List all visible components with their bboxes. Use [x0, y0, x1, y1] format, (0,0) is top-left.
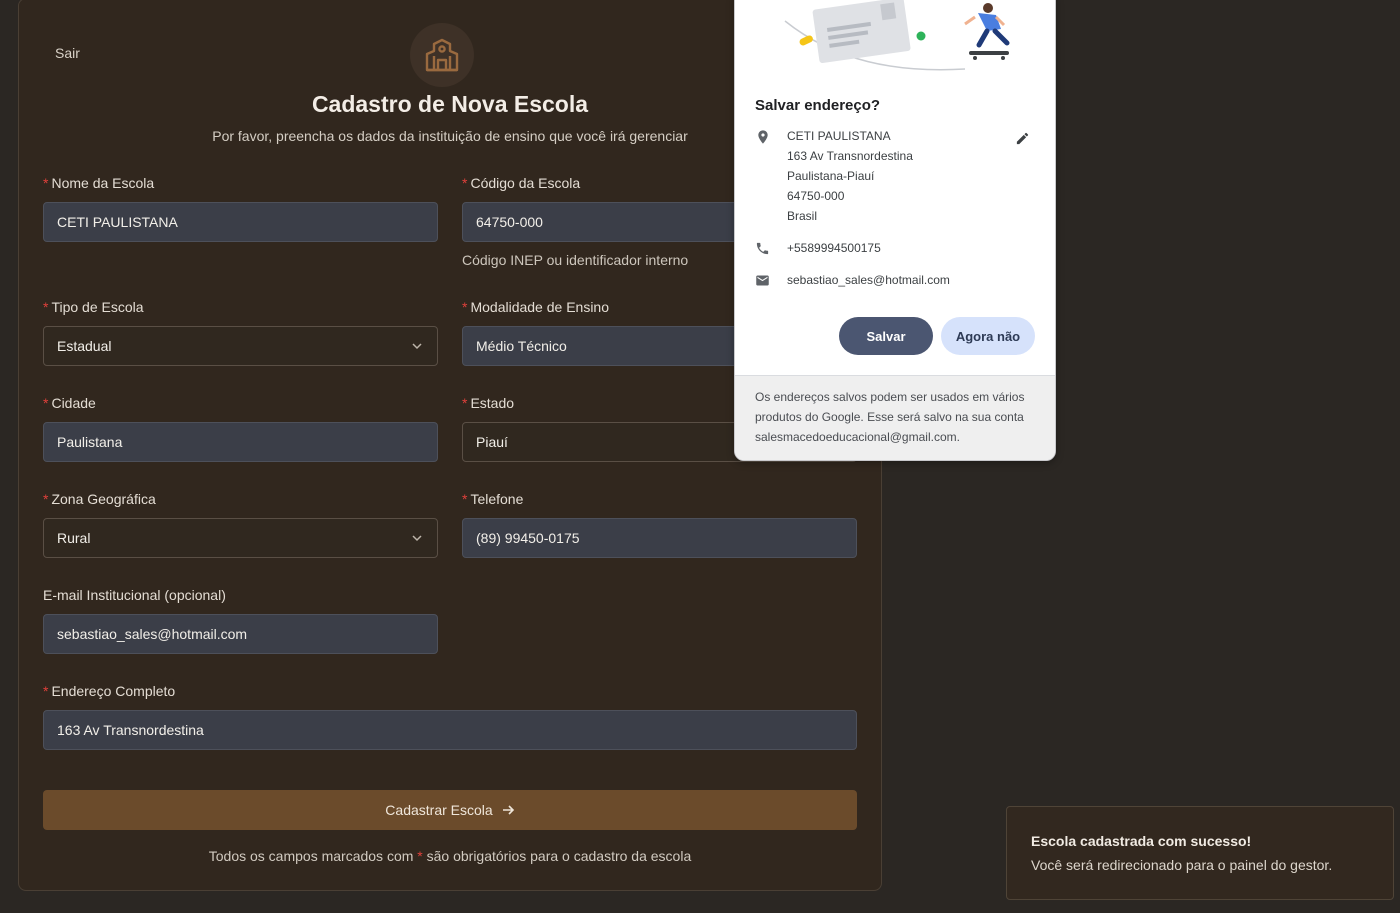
- toast-message: Você será redirecionado para o painel do…: [1031, 857, 1333, 873]
- address-line: Brasil: [787, 209, 818, 223]
- required-fields-note: Todos os campos marcados com * são obrig…: [19, 848, 881, 864]
- school-code-label-text: Código da Escola: [470, 175, 581, 191]
- phone-icon: [756, 242, 769, 255]
- mail-icon: [756, 275, 769, 286]
- email-input[interactable]: sebastiao_sales@hotmail.com: [43, 614, 438, 654]
- logout-link[interactable]: Sair: [55, 45, 80, 61]
- school-code-value: 64750-000: [476, 214, 543, 230]
- school-type-label: * Tipo de Escola: [43, 299, 144, 315]
- save-button[interactable]: Salvar: [839, 317, 933, 355]
- address-line: Paulistana-Piauí: [787, 169, 875, 183]
- phone-input[interactable]: (89) 99450-0175: [462, 518, 857, 558]
- address-value: 163 Av Transnordestina: [57, 722, 204, 738]
- required-mark: *: [43, 683, 49, 699]
- address-label: * Endereço Completo: [43, 683, 175, 699]
- state-label: * Estado: [462, 395, 514, 411]
- teaching-mode-label: * Modalidade de Ensino: [462, 299, 609, 315]
- location-pin-icon: [758, 130, 768, 144]
- popup-address: CETI PAULISTANA 163 Av Transnordestina P…: [787, 126, 913, 226]
- teaching-mode-label-text: Modalidade de Ensino: [470, 299, 609, 315]
- address-label-text: Endereço Completo: [51, 683, 176, 699]
- school-type-select[interactable]: Estadual: [43, 326, 438, 366]
- school-building-icon: [425, 38, 459, 72]
- required-mark: *: [43, 299, 49, 315]
- email-value: sebastiao_sales@hotmail.com: [57, 626, 248, 642]
- zone-label-text: Zona Geográfica: [51, 491, 156, 507]
- address-line: 64750-000: [787, 189, 845, 203]
- zone-select[interactable]: Rural: [43, 518, 438, 558]
- school-code-label: * Código da Escola: [462, 175, 580, 191]
- required-mark: *: [43, 491, 49, 507]
- school-name-input[interactable]: CETI PAULISTANA: [43, 202, 438, 242]
- school-name-label-text: Nome da Escola: [51, 175, 155, 191]
- required-mark: *: [462, 395, 468, 411]
- teaching-mode-value: Médio Técnico: [476, 338, 567, 354]
- required-mark: *: [43, 175, 49, 191]
- state-label-text: Estado: [470, 395, 515, 411]
- popup-title: Salvar endereço?: [755, 97, 881, 114]
- required-mark: *: [462, 491, 468, 507]
- toast-title: Escola cadastrada com sucesso!: [1031, 833, 1252, 849]
- arrow-right-icon: [502, 805, 514, 815]
- required-mark: *: [43, 395, 49, 411]
- address-line: CETI PAULISTANA: [787, 129, 891, 143]
- city-input[interactable]: Paulistana: [43, 422, 438, 462]
- popup-footer-note: Os endereços salvos podem ser usados em …: [735, 375, 1055, 460]
- city-label-text: Cidade: [51, 395, 96, 411]
- required-note-text-after: são obrigatórios para o cadastro da esco…: [422, 848, 692, 864]
- required-mark: *: [462, 299, 468, 315]
- address-line: 163 Av Transnordestina: [787, 149, 913, 163]
- submit-button[interactable]: Cadastrar Escola: [43, 790, 857, 830]
- city-value: Paulistana: [57, 434, 123, 450]
- school-type-value: Estadual: [57, 338, 112, 354]
- required-note-text-before: Todos os campos marcados com: [208, 848, 418, 864]
- school-name-value: CETI PAULISTANA: [57, 214, 178, 230]
- state-value: Piauí: [476, 434, 508, 450]
- phone-label-text: Telefone: [470, 491, 524, 507]
- school-type-label-text: Tipo de Escola: [51, 299, 144, 315]
- required-mark: *: [462, 175, 468, 191]
- address-input[interactable]: 163 Av Transnordestina: [43, 710, 857, 750]
- school-name-label: * Nome da Escola: [43, 175, 154, 191]
- delivery-illustration: [784, 0, 1010, 71]
- school-code-hint: Código INEP ou identificador interno: [462, 252, 689, 268]
- save-address-popup: Salvar endereço? CETI PAULISTANA 163 Av …: [734, 0, 1056, 461]
- phone-value: (89) 99450-0175: [476, 530, 580, 546]
- popup-email: sebastiao_sales@hotmail.com: [787, 273, 950, 287]
- pencil-icon[interactable]: [1015, 131, 1030, 146]
- success-toast: Escola cadastrada com sucesso! Você será…: [1006, 806, 1394, 900]
- email-label: E-mail Institucional (opcional): [43, 587, 226, 603]
- phone-label: * Telefone: [462, 491, 523, 507]
- submit-label: Cadastrar Escola: [385, 802, 493, 818]
- zone-label: * Zona Geográfica: [43, 491, 156, 507]
- not-now-button[interactable]: Agora não: [941, 317, 1035, 355]
- city-label: * Cidade: [43, 395, 96, 411]
- school-logo: [410, 23, 474, 87]
- chevron-down-icon: [412, 343, 422, 350]
- zone-value: Rural: [57, 530, 91, 546]
- chevron-down-icon: [412, 535, 422, 542]
- popup-phone: +5589994500175: [787, 241, 881, 255]
